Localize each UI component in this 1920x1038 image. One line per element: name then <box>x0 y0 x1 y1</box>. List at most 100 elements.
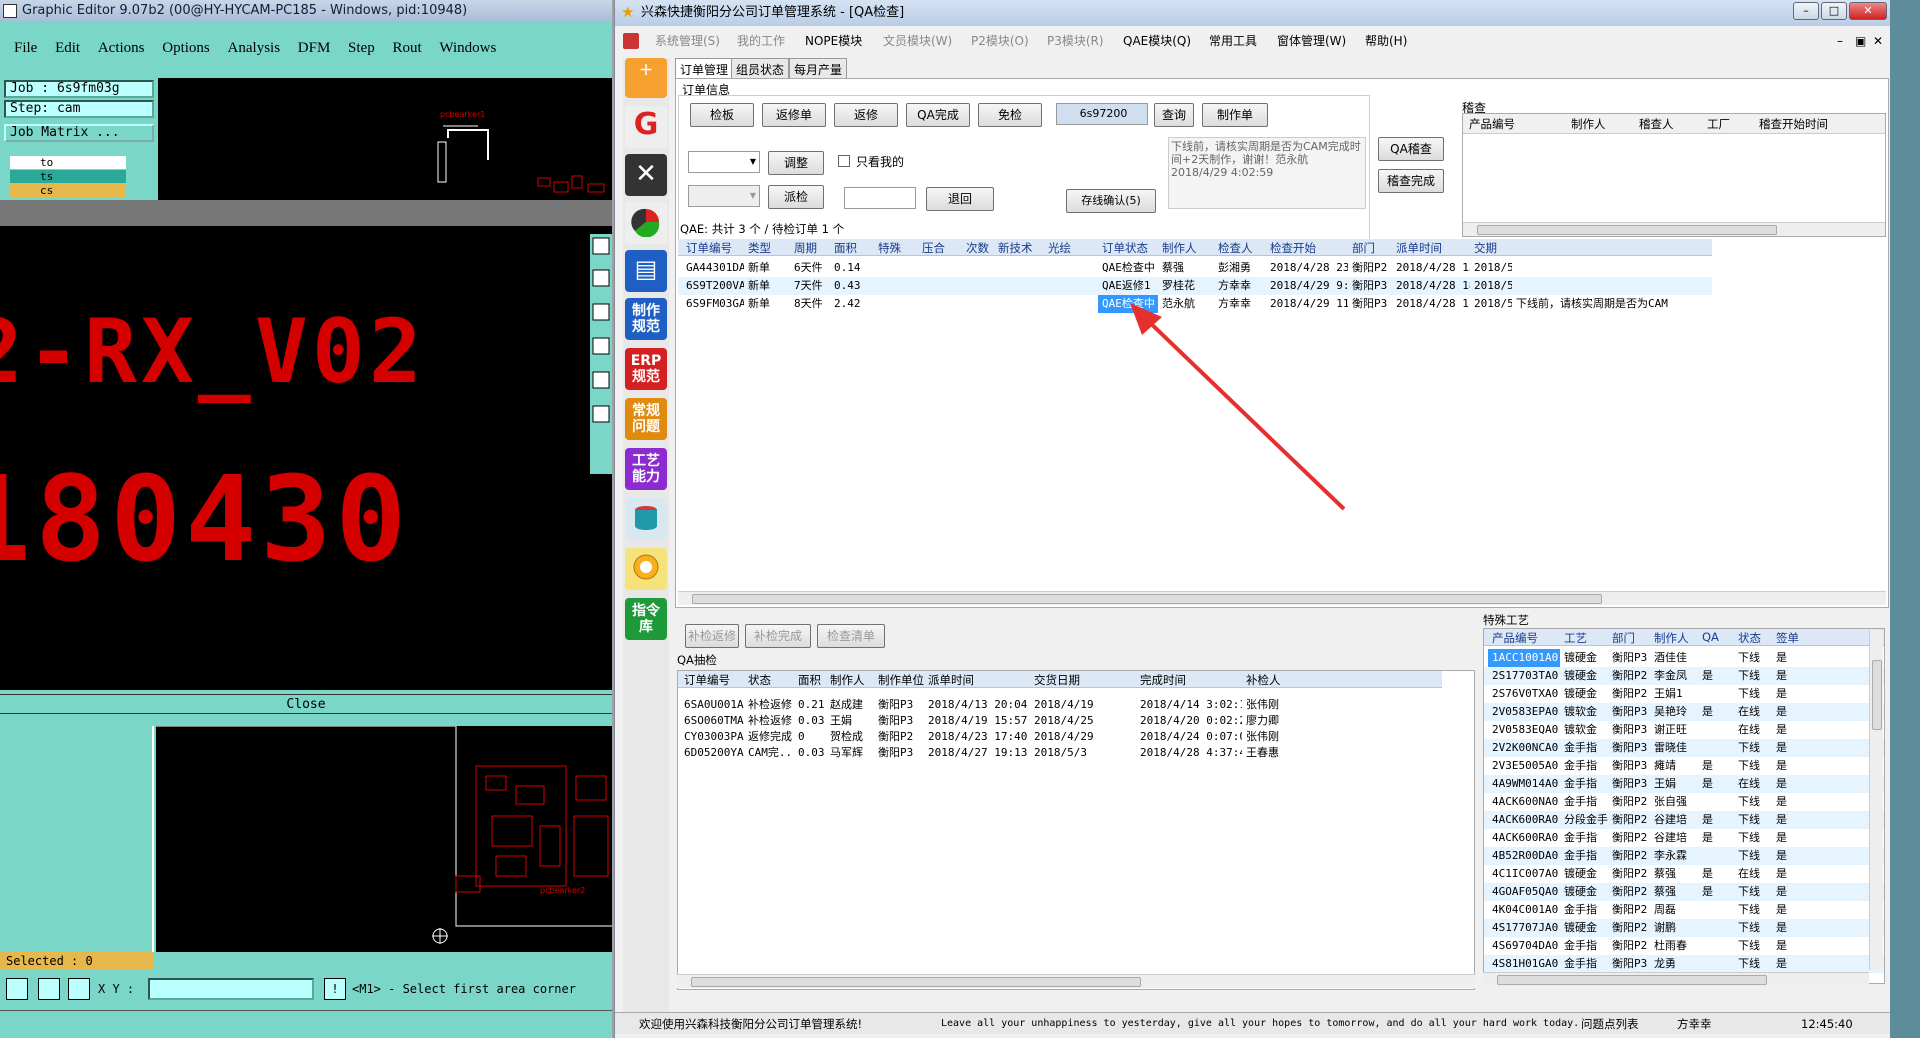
orders-col-header[interactable]: 订单编号 <box>686 240 732 256</box>
dispatch-button[interactable]: 派检 <box>768 185 824 209</box>
orders-col-header[interactable]: 新技术 <box>998 240 1033 256</box>
menu-windows[interactable]: Windows <box>425 34 496 57</box>
query-button[interactable]: 查询 <box>1154 103 1194 127</box>
save-icon[interactable]: ▤ <box>625 250 667 292</box>
orders-col-header[interactable]: 面积 <box>834 240 857 256</box>
inspect-board-button[interactable]: 检板 <box>690 103 754 127</box>
orders-col-header[interactable]: 派单时间 <box>1396 240 1442 256</box>
checklist-button[interactable]: 检查清单 <box>817 624 885 648</box>
graphic-canvas-bottom[interactable]: pcbearker2 <box>156 726 612 952</box>
issue-point-icon[interactable] <box>625 548 667 590</box>
tab-member-status[interactable]: 组员状态 <box>731 58 790 78</box>
menu-tools[interactable]: 常用工具 <box>1209 30 1257 52</box>
menu-edit[interactable]: Edit <box>41 34 80 57</box>
table-row[interactable]: 4ACK600NA0 金手指 衡阳P2 张自强 下线是 <box>1484 793 1884 811</box>
graphic-editor-titlebar[interactable]: Graphic Editor 9.07b2 (00@HY-HYCAM-PC185… <box>0 0 612 22</box>
special-vscroll[interactable] <box>1869 630 1883 970</box>
special-col-header[interactable]: 签单 <box>1776 630 1799 646</box>
chart-icon[interactable] <box>625 202 667 244</box>
qa-col-header[interactable]: 交货日期 <box>1034 672 1080 688</box>
sidebar-make-spec[interactable]: 制作 规范 <box>625 298 667 340</box>
menu-file[interactable]: File <box>0 34 37 57</box>
qa-col-header[interactable]: 补检人 <box>1246 672 1281 688</box>
table-row[interactable]: 6D05200YA0 CAM完... 0.03 马军辉 衡阳P3 2018/4/27 19… <box>678 745 1442 761</box>
qa-complete-button[interactable]: QA完成 <box>906 103 970 127</box>
tab-order-management[interactable]: 订单管理 <box>675 58 734 79</box>
table-row[interactable]: 4K04C001A0 金手指 衡阳P2 周磊 下线是 <box>1484 901 1884 919</box>
orders-col-header[interactable]: 检查开始 <box>1270 240 1316 256</box>
sidebar-command-lib[interactable]: 指令 库 <box>625 598 667 640</box>
table-row[interactable]: 1ACC1001A0 镀硬金 衡阳P3 酒佳佳 下线是 <box>1484 649 1884 667</box>
return-input[interactable] <box>844 187 916 209</box>
menu-windows-mgmt[interactable]: 窗体管理(W) <box>1277 30 1346 52</box>
orders-col-header[interactable]: 交期 <box>1474 240 1497 256</box>
table-row[interactable]: 2S76V0TXA0 镀硬金 衡阳P2 王娟1 下线是 <box>1484 685 1884 703</box>
xy-input[interactable] <box>148 978 314 1000</box>
offline-confirm-button[interactable]: 存线确认(5) <box>1066 189 1156 213</box>
orders-hscroll[interactable] <box>678 591 1886 605</box>
orders-col-header[interactable]: 次数 <box>966 240 989 256</box>
table-row[interactable]: 4ACK600RA0分段金手指衡阳P2谷建培是下线是 <box>1484 811 1884 829</box>
orders-col-header[interactable]: 类型 <box>748 240 771 256</box>
table-row[interactable]: 4ACK600RA0 金手指 衡阳P2 谷建培是下线是 <box>1484 829 1884 847</box>
info-icon[interactable]: ! <box>324 978 346 1000</box>
expand-icon[interactable]: ＋ <box>625 58 667 98</box>
layer-cs[interactable]: cs <box>10 184 126 197</box>
recheck-complete-button[interactable]: 补检完成 <box>745 624 811 648</box>
menu-step[interactable]: Step <box>334 34 375 57</box>
mdi-restore[interactable]: ▣ <box>1855 30 1866 52</box>
orders-col-header[interactable]: 压合 <box>922 240 945 256</box>
order-search-input[interactable]: 6s97200 <box>1056 103 1148 125</box>
qa-col-header[interactable]: 制作单位 <box>878 672 924 688</box>
special-col-header[interactable]: 制作人 <box>1654 630 1689 646</box>
menu-my-work[interactable]: 我的工作 <box>737 30 785 52</box>
table-row[interactable]: 4S69704DA0 金手指 衡阳P2 杜雨春 下线是 <box>1484 937 1884 955</box>
table-row[interactable]: 2V3E5005A0 金手指 衡阳P3 瘫靖是下线是 <box>1484 757 1884 775</box>
maximize-button[interactable]: □ <box>1821 2 1847 20</box>
table-row[interactable]: 4B52R00DA0 金手指 衡阳P2 李永霖 下线是 <box>1484 847 1884 865</box>
orders-col-header[interactable]: 周期 <box>794 240 817 256</box>
special-hscroll[interactable] <box>1483 972 1869 986</box>
graphic-canvas-top[interactable]: pcbearker1 <box>158 78 612 200</box>
layer-ts[interactable]: ts <box>10 170 126 183</box>
menu-system[interactable]: 系统管理(S) <box>655 30 720 52</box>
graphic-canvas-main[interactable]: 2-RX_V02 180430 <box>0 200 612 690</box>
table-row[interactable]: 4GOAF05QA0 镀硬金 衡阳P2 蔡强是下线是 <box>1484 883 1884 901</box>
special-col-header[interactable]: 状态 <box>1738 630 1761 646</box>
qa-audit-button[interactable]: QA稽查 <box>1378 137 1444 161</box>
mdi-close[interactable]: ✕ <box>1873 30 1883 52</box>
issue-list-link[interactable]: 问题点列表 <box>1581 1013 1639 1035</box>
table-row[interactable]: 2V0583EQA0 镀软金 衡阳P3 谢正旺 在线是 <box>1484 721 1884 739</box>
minimize-button[interactable]: – <box>1793 2 1819 20</box>
menu-options[interactable]: Options <box>148 34 210 57</box>
qa-col-header[interactable]: 制作人 <box>830 672 865 688</box>
table-row[interactable]: 4C1IC007A0 镀硬金 衡阳P2 蔡强是在线是 <box>1484 865 1884 883</box>
audit-hscroll[interactable] <box>1463 222 1885 236</box>
mdi-minimize[interactable]: – <box>1837 30 1843 52</box>
g-logo-icon[interactable]: G <box>625 106 667 148</box>
tab-monthly-output[interactable]: 每月产量 <box>789 58 848 78</box>
only-mine-checkbox[interactable] <box>838 155 850 167</box>
zoom-icon[interactable] <box>6 978 28 1000</box>
orders-col-header[interactable]: 检查人 <box>1218 240 1253 256</box>
table-row[interactable]: GA44301DA0 新单 6天件 0.14 QAE检查中蔡强 彭湘勇 2018/4/28 … <box>678 259 1712 277</box>
database-icon[interactable] <box>625 498 667 540</box>
table-row[interactable]: 4S81H01GA0 金手指 衡阳P3 龙勇 下线是 <box>1484 955 1884 973</box>
dispatch-select[interactable]: ▼ <box>688 185 760 207</box>
close-button[interactable]: Close <box>0 694 612 714</box>
sidebar-erp-spec[interactable]: ERP 规范 <box>625 348 667 390</box>
table-row[interactable]: 6SO060TMA0 补检返修 0.03 王娟 衡阳P3 2018/4/19 15:57:… <box>678 713 1442 729</box>
repair-button[interactable]: 返修 <box>834 103 898 127</box>
orders-col-header[interactable]: 部门 <box>1352 240 1375 256</box>
menu-p2[interactable]: P2模块(O) <box>971 30 1029 52</box>
exempt-button[interactable]: 免检 <box>978 103 1042 127</box>
audit-complete-button[interactable]: 稽查完成 <box>1378 169 1444 193</box>
special-col-header[interactable]: 工艺 <box>1564 630 1587 646</box>
qa-col-header[interactable]: 完成时间 <box>1140 672 1186 688</box>
menu-qae[interactable]: QAE模块(Q) <box>1123 30 1191 52</box>
qa-hscroll[interactable] <box>677 974 1475 988</box>
orders-col-header[interactable]: 订单状态 <box>1102 240 1148 256</box>
sidebar-common-issues[interactable]: 常规 问题 <box>625 398 667 440</box>
special-col-header[interactable]: 部门 <box>1612 630 1635 646</box>
special-col-header[interactable]: QA <box>1702 630 1719 644</box>
